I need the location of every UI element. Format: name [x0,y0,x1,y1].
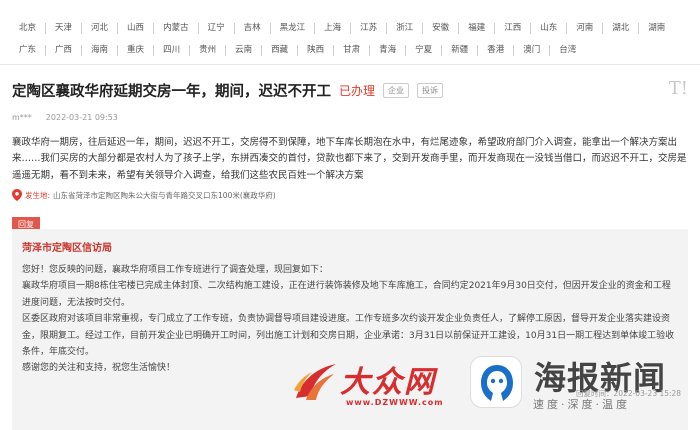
dzw-logo-icon [294,364,336,400]
location-label: 发生地: [25,190,51,200]
region-link[interactable]: 云南 [226,44,263,56]
reply-from: 菏泽市定陶区信访局 [22,243,112,254]
region-link[interactable]: 江苏 [351,22,388,34]
status-badge: 已办理 [339,84,376,98]
region-link[interactable]: 吉林 [235,22,271,34]
region-link[interactable]: 台湾 [550,45,585,56]
article-meta: m*** 2022-03-21 09:53 [12,113,118,122]
region-link[interactable]: 陕西 [298,44,335,56]
region-link[interactable]: 青海 [370,44,407,56]
region-link[interactable]: 湖南 [639,23,674,34]
haibao-slogan: 速度·深度·温度 [533,398,630,411]
region-link[interactable]: 河南 [567,22,604,34]
region-nav: 北京 天津 河北 山西 内蒙古 辽宁 吉林 黑龙江 上海 江苏 浙江 安徽 福建 江西 山东 河南 湖北 湖南 广… [12,17,688,61]
divider [0,64,700,65]
region-link[interactable]: 四川 [154,44,191,56]
region-link[interactable]: 北京 [12,22,47,34]
tag-enterprise[interactable]: 企业 [383,83,410,98]
region-link[interactable]: 山西 [118,22,155,34]
location-text: 山东省菏泽市定陶区陶朱公大街与青年路交叉口东100米(襄政华府) [53,190,276,200]
region-link[interactable]: 西藏 [262,44,299,56]
title-row: 定陶区襄政华府延期交房一年，期间，迟迟不开工 已办理 企业 投诉 T! [12,78,688,101]
region-link[interactable]: 香港 [478,44,515,56]
region-link[interactable]: 广西 [46,44,83,56]
region-link[interactable]: 黑龙江 [271,22,316,34]
region-link[interactable]: 澳门 [514,44,551,56]
region-link[interactable]: 重庆 [118,44,155,56]
region-link[interactable]: 贵州 [190,44,227,56]
dzw-url: www.DZWWW.com [346,398,444,407]
author: m*** [12,113,32,122]
tag-complaint[interactable]: 投诉 [417,83,444,98]
region-link[interactable]: 宁夏 [406,44,443,56]
haibao-logo-icon [470,356,522,408]
region-link[interactable]: 新疆 [442,44,479,56]
region-link[interactable]: 福建 [459,22,496,34]
location: 发生地: 山东省菏泽市定陶区陶朱公大街与青年路交叉口东100米(襄政华府) [12,189,276,201]
region-row-1: 北京 天津 河北 山西 内蒙古 辽宁 吉林 黑龙江 上海 江苏 浙江 安徽 福建 江西 山东 河南 湖北 湖南 [12,17,688,39]
region-link[interactable]: 上海 [315,22,352,34]
region-row-2: 广东 广西 海南 重庆 四川 贵州 云南 西藏 陕西 甘肃 青海 宁夏 新疆 香港 澳门 台湾 [12,39,688,61]
reply-paragraph: 您好！您反映的问题，襄政华府项目工作专班进行了调查处理，现回复如下： [22,265,329,275]
dzw-watermark: 大众网 [340,365,436,400]
region-link[interactable]: 安徽 [423,22,460,34]
post-date: 2022-03-21 09:53 [45,113,118,122]
region-link[interactable]: 天津 [46,22,83,34]
location-pin-icon [12,189,22,201]
reply-paragraph: 襄政华府项目一期8栋住宅楼已完成主体封顶、二次结构施工建设，正在进行装饰装修及地… [22,281,671,308]
region-link[interactable]: 广东 [12,44,47,56]
region-link[interactable]: 江西 [495,22,532,34]
article-title: 定陶区襄政华府延期交房一年，期间，迟迟不开工 [12,84,331,100]
region-link[interactable]: 甘肃 [334,44,371,56]
region-link[interactable]: 海南 [82,44,119,56]
region-link[interactable]: 浙江 [387,22,424,34]
region-link[interactable]: 辽宁 [199,22,235,34]
region-link[interactable]: 湖北 [603,22,640,34]
region-link[interactable]: 河北 [82,22,119,34]
region-link[interactable]: 内蒙古 [154,22,199,34]
article-body: 襄政华府一期房，往后延迟一年，期间，迟迟不开工，交房得不到保障，地下车库长期泡在… [12,137,687,181]
site-logo-icon: T! [668,78,688,99]
region-link[interactable]: 山东 [531,22,568,34]
